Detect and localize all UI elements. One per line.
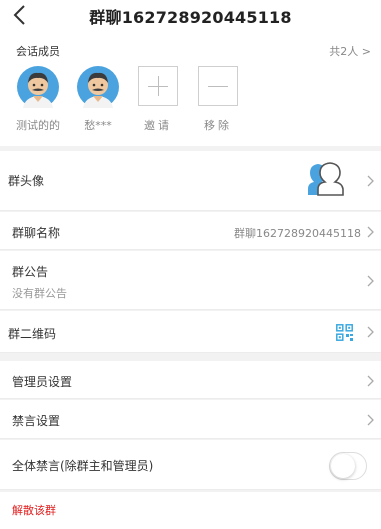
invite-label: 邀请 xyxy=(144,119,172,132)
remove-member-button[interactable]: 移除 xyxy=(190,66,246,133)
chevron-right-icon xyxy=(366,175,374,187)
member-name: 测试的的 xyxy=(16,119,60,132)
row-label: 群二维码 xyxy=(8,327,57,341)
group-announcement-row[interactable]: 群公告 没有群公告 xyxy=(0,251,381,310)
members-section: 会话成员 共2人 > 测试的的 愁*** 邀请 移除 xyxy=(0,32,381,146)
chevron-right-icon xyxy=(366,375,374,387)
invite-member-button[interactable]: 邀请 xyxy=(130,66,186,133)
mute-settings-row[interactable]: 禁言设置 xyxy=(0,400,381,439)
row-label: 管理员设置 xyxy=(12,375,73,389)
mute-all-row: 全体禁言(除群主和管理员) xyxy=(0,440,381,490)
row-label: 禁言设置 xyxy=(12,414,61,428)
avatar xyxy=(17,66,59,108)
top-bar: 群聊162728920445118 xyxy=(0,0,381,32)
chevron-right-icon xyxy=(366,275,374,287)
minus-icon xyxy=(198,66,238,106)
member-count-link[interactable]: 共2人 > xyxy=(329,43,371,59)
row-label: 群公告 xyxy=(12,265,49,279)
row-label: 群头像 xyxy=(8,174,45,188)
member-item[interactable]: 测试的的 xyxy=(10,66,66,133)
dissolve-group-label: 解散该群 xyxy=(12,504,56,517)
toggle-knob xyxy=(331,454,355,478)
row-label: 群聊名称 xyxy=(12,226,61,240)
remove-label: 移除 xyxy=(204,119,232,132)
member-item[interactable]: 愁*** xyxy=(70,66,126,133)
chevron-right-icon xyxy=(366,414,374,426)
admin-settings-row[interactable]: 管理员设置 xyxy=(0,361,381,399)
plus-icon xyxy=(138,66,178,106)
chevron-right-icon xyxy=(366,226,374,238)
page-title: 群聊162728920445118 xyxy=(89,8,292,27)
mute-all-toggle[interactable] xyxy=(329,452,367,480)
announcement-value: 没有群公告 xyxy=(12,287,67,300)
avatar xyxy=(77,66,119,108)
group-qr-code-row[interactable]: 群二维码 xyxy=(0,311,381,353)
chevron-right-icon xyxy=(366,326,374,338)
members-label: 会话成员 xyxy=(16,45,60,58)
group-name-value: 群聊162728920445118 xyxy=(234,227,361,240)
row-label: 全体禁言(除群主和管理员) xyxy=(12,459,154,473)
qr-code-icon xyxy=(336,324,353,341)
dissolve-group-button[interactable]: 解散该群 xyxy=(0,492,381,529)
group-name-row[interactable]: 群聊名称 群聊162728920445118 xyxy=(0,212,381,250)
group-avatar-icon xyxy=(308,162,344,196)
member-name: 愁*** xyxy=(84,119,112,132)
group-avatar-row[interactable]: 群头像 xyxy=(0,151,381,211)
